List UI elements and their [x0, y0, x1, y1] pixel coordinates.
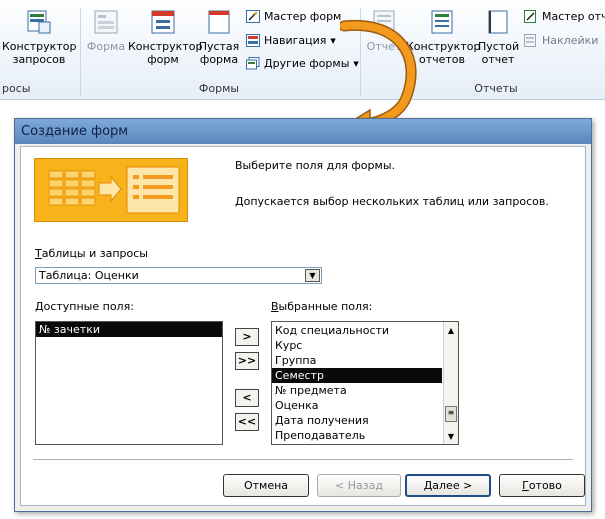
hint-text: Допускается выбор нескольких таблиц или …	[235, 195, 549, 208]
selected-fields-label: Выбранные поля:	[271, 300, 373, 313]
list-item[interactable]: Код специальности	[272, 323, 442, 338]
navigation-button[interactable]: Навигация ▼	[246, 34, 336, 47]
list-item[interactable]: Преподаватель	[272, 428, 442, 443]
ribbon: Конструктор запросов росы Форма Конструк…	[0, 0, 605, 100]
dialog-title: Создание форм	[15, 119, 591, 144]
tables-queries-label: Таблицы и запросы	[35, 247, 148, 260]
form-wizard-button[interactable]: Мастер форм	[246, 10, 341, 23]
available-fields-list[interactable]: № зачетки	[35, 321, 223, 445]
scroll-down-icon[interactable]: ▼	[444, 429, 458, 443]
blank-report-button[interactable]: Пустой отчет	[478, 8, 519, 66]
add-all-fields-button[interactable]: >>	[235, 352, 259, 370]
chevron-down-icon: ▼	[330, 36, 336, 45]
form-button[interactable]: Форма	[84, 8, 128, 53]
ribbon-separator	[80, 8, 81, 96]
navigation-icon	[246, 34, 260, 47]
labels-icon	[524, 34, 538, 47]
form-wizard-dialog: Создание форм Выберите поля для формы. Д…	[14, 118, 592, 512]
next-button[interactable]: Далее >	[405, 474, 491, 497]
list-item[interactable]: Курс	[272, 338, 442, 353]
dialog-body: Выберите поля для формы. Допускается выб…	[20, 146, 586, 506]
form-designer-button[interactable]: Конструктор форм	[128, 8, 202, 66]
add-field-button[interactable]: >	[235, 328, 259, 346]
back-button[interactable]: < Назад	[317, 474, 401, 497]
labels-button[interactable]: Наклейки	[524, 34, 598, 47]
query-designer-button[interactable]: Конструктор запросов	[2, 8, 76, 66]
query-designer-icon	[25, 8, 53, 36]
cancel-button[interactable]: Отмена	[223, 474, 309, 497]
selected-fields-list[interactable]: Код специальности Курс Группа Семестр № …	[271, 321, 459, 445]
remove-all-fields-button[interactable]: <<	[235, 413, 259, 431]
form-wizard-icon	[246, 10, 260, 23]
list-item[interactable]: № предмета	[272, 383, 442, 398]
scroll-thumb[interactable]: ≡	[445, 406, 457, 422]
blank-form-button[interactable]: Пустая форма	[198, 8, 240, 66]
form-icon	[92, 8, 120, 36]
tables-queries-select[interactable]: Таблица: Оценки ▼	[35, 267, 322, 284]
scroll-up-icon[interactable]: ▲	[444, 323, 458, 337]
remove-field-button[interactable]: <	[235, 389, 259, 407]
list-item[interactable]: Семестр	[272, 368, 442, 383]
blank-report-icon	[484, 8, 512, 36]
list-item[interactable]: Оценка	[272, 398, 442, 413]
form-designer-icon	[149, 8, 177, 36]
available-fields-label: Доступные поля:	[35, 300, 134, 313]
report-wizard-button[interactable]: Мастер отче	[524, 10, 605, 23]
finish-button[interactable]: Готово	[499, 474, 585, 497]
chevron-down-icon[interactable]: ▼	[305, 269, 320, 282]
queries-group-label: росы	[2, 82, 31, 95]
list-item[interactable]: № зачетки	[36, 322, 222, 337]
wizard-illustration	[34, 158, 188, 222]
forms-group-label: Формы	[198, 82, 240, 95]
selected-fields-scrollbar[interactable]: ▲ ≡ ▼	[443, 322, 458, 444]
dialog-divider	[33, 459, 573, 461]
list-item[interactable]: Группа	[272, 353, 442, 368]
report-wizard-icon	[524, 10, 538, 23]
blank-form-icon	[205, 8, 233, 36]
other-forms-icon	[246, 57, 260, 70]
list-item[interactable]: Дата получения	[272, 413, 442, 428]
report-designer-icon	[428, 8, 456, 36]
instruction-text: Выберите поля для формы.	[235, 159, 395, 172]
